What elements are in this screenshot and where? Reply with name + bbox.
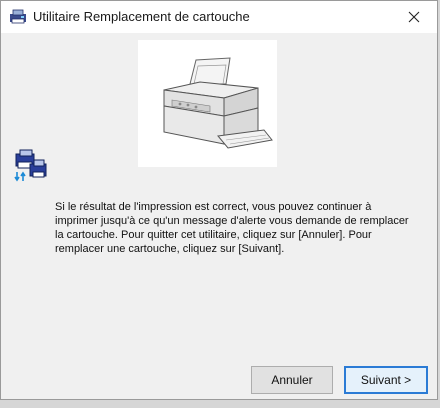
printer-illustration bbox=[138, 40, 277, 167]
printer-cartridge-icon bbox=[10, 9, 26, 24]
cartridge-replacement-dialog: Utilitaire Remplacement de cartouche Si … bbox=[0, 0, 438, 400]
window-title: Utilitaire Remplacement de cartouche bbox=[33, 9, 250, 24]
close-icon[interactable] bbox=[408, 11, 420, 23]
cancel-button[interactable]: Annuler bbox=[251, 366, 333, 394]
close-button[interactable] bbox=[391, 1, 437, 33]
next-button[interactable]: Suivant > bbox=[344, 366, 428, 394]
instruction-message: Si le résultat de l'impression est corre… bbox=[55, 201, 409, 255]
background-window-edge bbox=[250, 402, 430, 408]
cartridge-swap-icon bbox=[14, 149, 47, 182]
title-bar[interactable]: Utilitaire Remplacement de cartouche bbox=[1, 1, 437, 33]
